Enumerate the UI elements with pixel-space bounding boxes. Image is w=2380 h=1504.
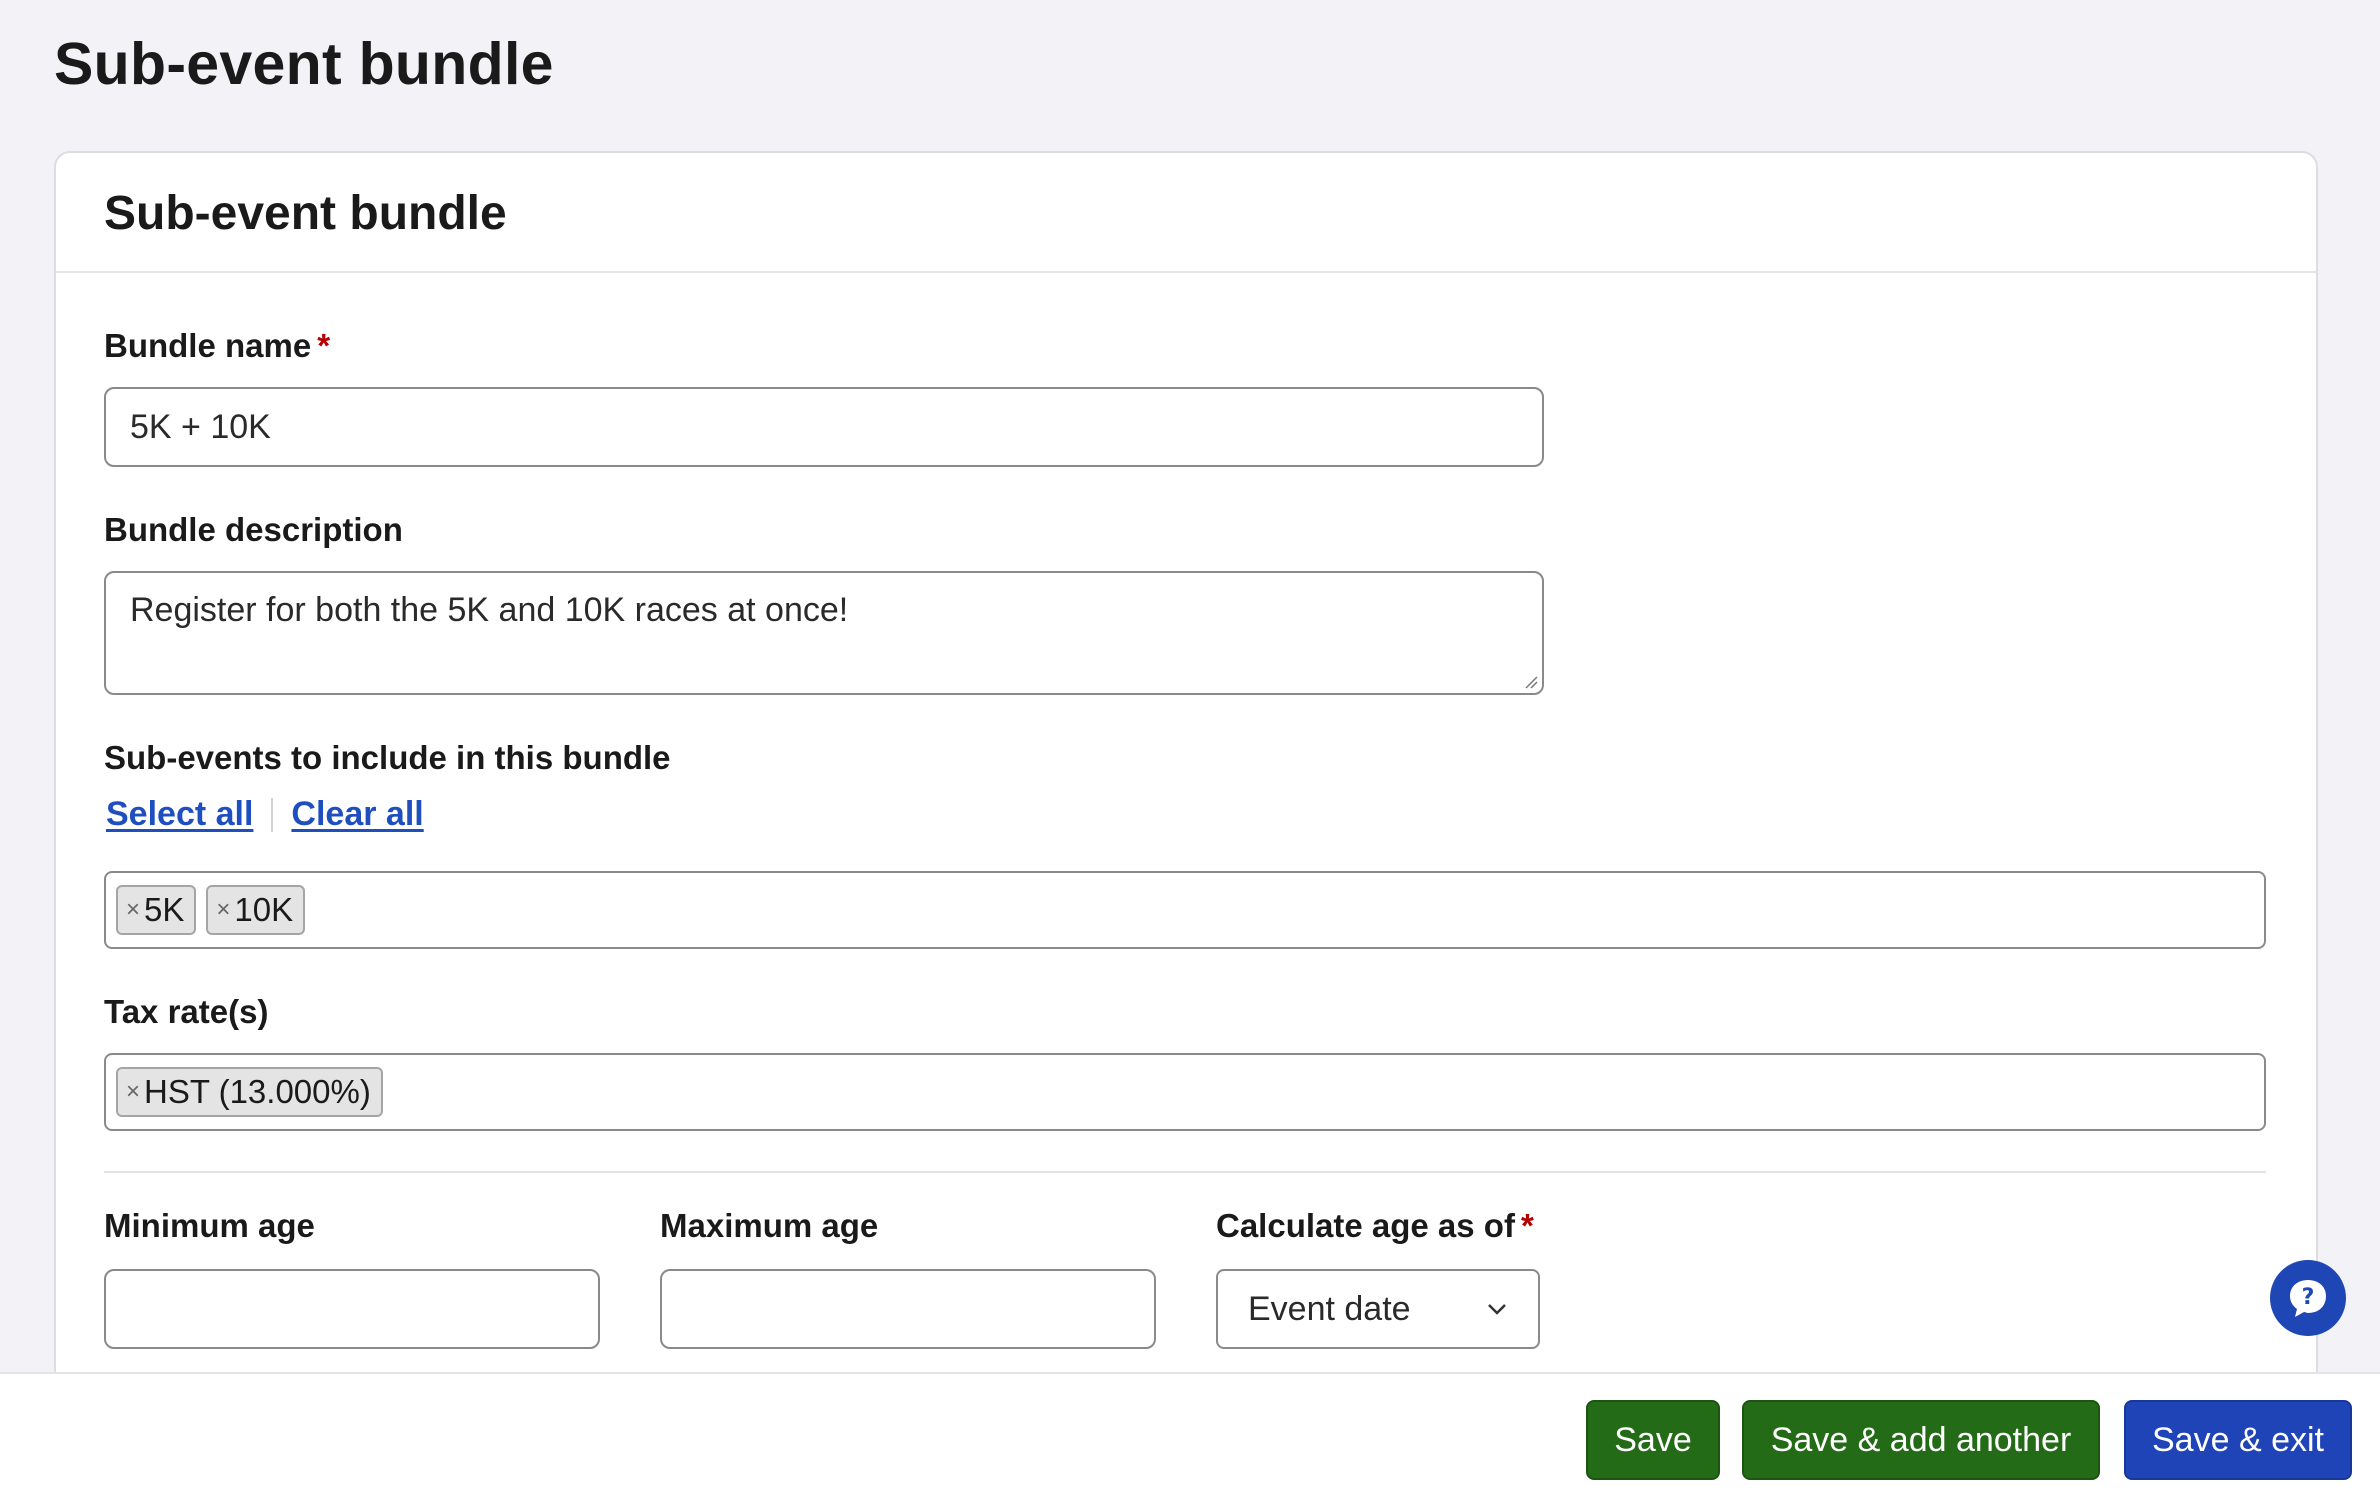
sub-event-chip-10k: × 10K: [206, 885, 306, 935]
tax-rates-multiselect[interactable]: × HST (13.000%): [104, 1053, 2266, 1131]
tax-rates-label: Tax rate(s): [104, 993, 269, 1030]
card-title: Sub-event bundle: [104, 187, 507, 240]
maximum-age-label: Maximum age: [660, 1207, 879, 1244]
calculate-age-select[interactable]: Event date: [1216, 1269, 1540, 1349]
bundle-form-card: Sub-event bundle Bundle name * 5K + 10K B…: [54, 151, 2318, 1455]
minimum-age-input[interactable]: [104, 1269, 600, 1349]
bundle-name-input[interactable]: 5K + 10K: [104, 387, 1544, 467]
save-exit-button[interactable]: Save & exit: [2124, 1400, 2352, 1480]
bundle-description-value: Register for both the 5K and 10K races a…: [130, 591, 849, 629]
selection-links: Select all Clear all: [106, 795, 424, 834]
calculate-age-value: Event date: [1248, 1289, 1411, 1328]
maximum-age-input[interactable]: [660, 1269, 1156, 1349]
bundle-name-label-text: Bundle name: [104, 327, 312, 364]
select-all-link[interactable]: Select all: [106, 795, 253, 834]
page-title: Sub-event bundle: [54, 31, 554, 97]
chip-label: 5K: [144, 891, 185, 928]
chevron-down-icon: [1488, 1304, 1506, 1315]
sub-events-multiselect[interactable]: × 5K × 10K: [104, 871, 2266, 949]
required-marker: *: [317, 327, 331, 364]
bundle-description-textarea[interactable]: Register for both the 5K and 10K races a…: [104, 571, 1544, 695]
minimum-age-label: Minimum age: [104, 1207, 315, 1244]
bundle-name-value: 5K + 10K: [130, 407, 271, 446]
required-marker: *: [1520, 1207, 1534, 1244]
calculate-age-label-text: Calculate age as of: [1216, 1207, 1515, 1244]
remove-chip-icon[interactable]: ×: [126, 1078, 140, 1106]
remove-chip-icon[interactable]: ×: [126, 896, 140, 924]
help-chat-icon: ?: [2290, 1280, 2326, 1317]
action-footer: Save Save & add another Save & exit: [0, 1372, 2380, 1504]
sub-event-chip-5k: × 5K: [116, 885, 197, 935]
sub-events-label: Sub-events to include in this bundle: [104, 739, 671, 776]
section-divider: [104, 1171, 2266, 1173]
save-button[interactable]: Save: [1586, 1400, 1720, 1480]
calculate-age-label: Calculate age as of *: [1216, 1207, 1534, 1245]
card-header: Sub-event bundle: [56, 153, 2316, 273]
link-separator: [271, 797, 274, 832]
save-add-another-button[interactable]: Save & add another: [1742, 1400, 2100, 1480]
bundle-description-label: Bundle description: [104, 511, 403, 548]
resize-grip-icon[interactable]: [1524, 675, 1538, 689]
chip-label: 10K: [234, 891, 294, 928]
svg-text:?: ?: [2302, 1285, 2315, 1310]
chip-label: HST (13.000%): [144, 1073, 371, 1110]
clear-all-link[interactable]: Clear all: [291, 795, 423, 834]
tax-rate-chip-hst: × HST (13.000%): [116, 1067, 383, 1117]
bundle-name-label: Bundle name *: [104, 327, 330, 365]
remove-chip-icon[interactable]: ×: [216, 896, 230, 924]
help-button[interactable]: ?: [2270, 1260, 2346, 1336]
